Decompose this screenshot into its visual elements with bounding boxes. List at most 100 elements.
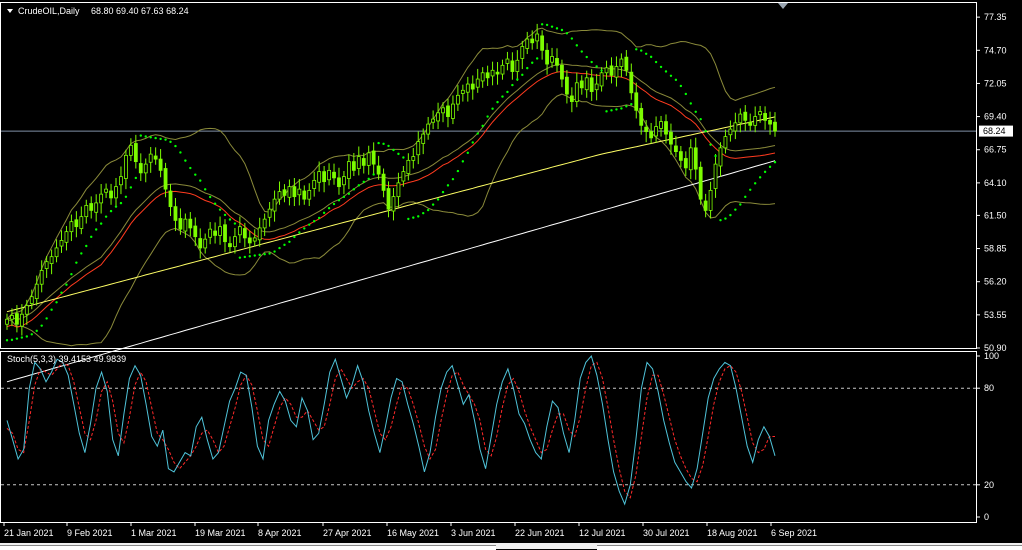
sar-dot xyxy=(669,74,673,77)
candle-body xyxy=(664,121,668,135)
sar-dot xyxy=(749,188,752,191)
candle-body xyxy=(99,193,104,204)
sar-dot xyxy=(283,243,286,247)
stoch-tick-label: 80 xyxy=(984,383,994,393)
candle-body xyxy=(550,56,554,63)
sar-dot xyxy=(313,219,316,223)
sar-dot xyxy=(303,227,306,230)
candle-body xyxy=(545,49,549,65)
candle-body xyxy=(465,83,470,93)
sar-dot xyxy=(124,195,128,198)
sar-dot xyxy=(446,184,450,187)
sar-dot xyxy=(441,190,445,194)
sar-dot xyxy=(169,140,172,144)
candle-body xyxy=(460,89,465,94)
candle-body xyxy=(193,225,198,238)
candle-body xyxy=(228,243,232,248)
candle-body xyxy=(143,163,148,174)
sar-dot xyxy=(164,138,167,141)
sar-dot xyxy=(134,176,138,180)
sar-dot xyxy=(268,252,271,255)
sar-dot xyxy=(357,184,360,187)
candle-body xyxy=(148,153,153,163)
candle-body xyxy=(718,147,723,167)
candle-body xyxy=(272,198,277,212)
trading-chart[interactable]: 77.35 74.70 72.05 69.40 66.75 64.10 61.50 58.85… xyxy=(0,0,1022,549)
sar-dot xyxy=(590,60,593,64)
candle-body xyxy=(619,58,624,67)
time-tick-label: 12 Jul 2021 xyxy=(579,528,626,538)
candle-body xyxy=(654,126,658,137)
price-tick-label: 53.55 xyxy=(984,310,1007,320)
price-panel[interactable] xyxy=(0,2,977,349)
candle-body xyxy=(634,92,639,111)
sar-dot xyxy=(352,188,356,191)
sar-dot xyxy=(535,57,539,60)
candle-body xyxy=(19,313,24,327)
sar-dot xyxy=(724,217,727,220)
candle-body xyxy=(421,133,426,144)
candle-body xyxy=(688,147,693,171)
candle-body xyxy=(386,188,391,210)
bottom-panel-right xyxy=(597,545,1022,550)
candle-body xyxy=(44,261,49,269)
stoch-panel[interactable] xyxy=(0,351,977,523)
sar-dot xyxy=(243,255,247,259)
sar-dot xyxy=(342,195,346,199)
candle-body xyxy=(738,113,743,124)
sar-dot xyxy=(213,202,217,205)
candle-body xyxy=(29,296,34,304)
candle-body xyxy=(584,77,589,91)
stoch-tick-label: 100 xyxy=(984,351,999,361)
sar-dot xyxy=(739,203,742,206)
sar-dot xyxy=(337,199,341,202)
sar-dot xyxy=(35,329,38,333)
candle-body xyxy=(327,169,331,181)
price-tick-label: 72.05 xyxy=(984,78,1007,88)
sar-dot xyxy=(60,291,63,294)
candle-body xyxy=(674,145,678,153)
sar-dot xyxy=(436,198,440,201)
sar-dot xyxy=(80,252,83,255)
sar-dot xyxy=(704,129,707,133)
candle-body xyxy=(574,82,579,102)
candle-body xyxy=(371,150,376,165)
sar-dot xyxy=(555,27,559,30)
candle-body xyxy=(441,107,445,114)
sar-dot xyxy=(422,211,425,215)
candle-body xyxy=(34,283,39,299)
candle-body xyxy=(15,313,19,325)
time-tick-label: 3 Jun 2021 xyxy=(451,528,496,538)
candle-body xyxy=(659,121,663,129)
sar-dot xyxy=(392,148,395,152)
sar-dot xyxy=(327,206,331,210)
candle-body xyxy=(332,171,336,179)
candle-body xyxy=(629,71,634,94)
candle-body xyxy=(24,305,29,315)
sar-dot xyxy=(654,60,658,64)
candle-body xyxy=(436,112,440,122)
candle-body xyxy=(342,176,346,186)
candle-body xyxy=(733,122,738,132)
sar-dot xyxy=(615,108,618,111)
candle-body xyxy=(768,119,772,125)
sar-dot xyxy=(620,107,623,110)
candle-body xyxy=(599,72,604,87)
candle-body xyxy=(698,166,703,200)
sar-dot xyxy=(70,273,73,276)
candle-body xyxy=(322,171,327,183)
candle-body xyxy=(94,202,99,213)
sar-dot xyxy=(659,65,663,69)
sar-dot xyxy=(531,61,534,64)
candle-body xyxy=(693,147,698,170)
candle-body xyxy=(346,161,351,179)
price-tick-label: 58.85 xyxy=(984,244,1007,254)
candle-body xyxy=(84,204,89,218)
sar-dot xyxy=(689,102,692,105)
sar-dot xyxy=(753,182,757,185)
sar-dot xyxy=(293,235,296,239)
candle-body xyxy=(168,190,173,208)
candle-body xyxy=(178,218,183,230)
candle-body xyxy=(540,35,545,51)
candle-body xyxy=(451,103,455,119)
